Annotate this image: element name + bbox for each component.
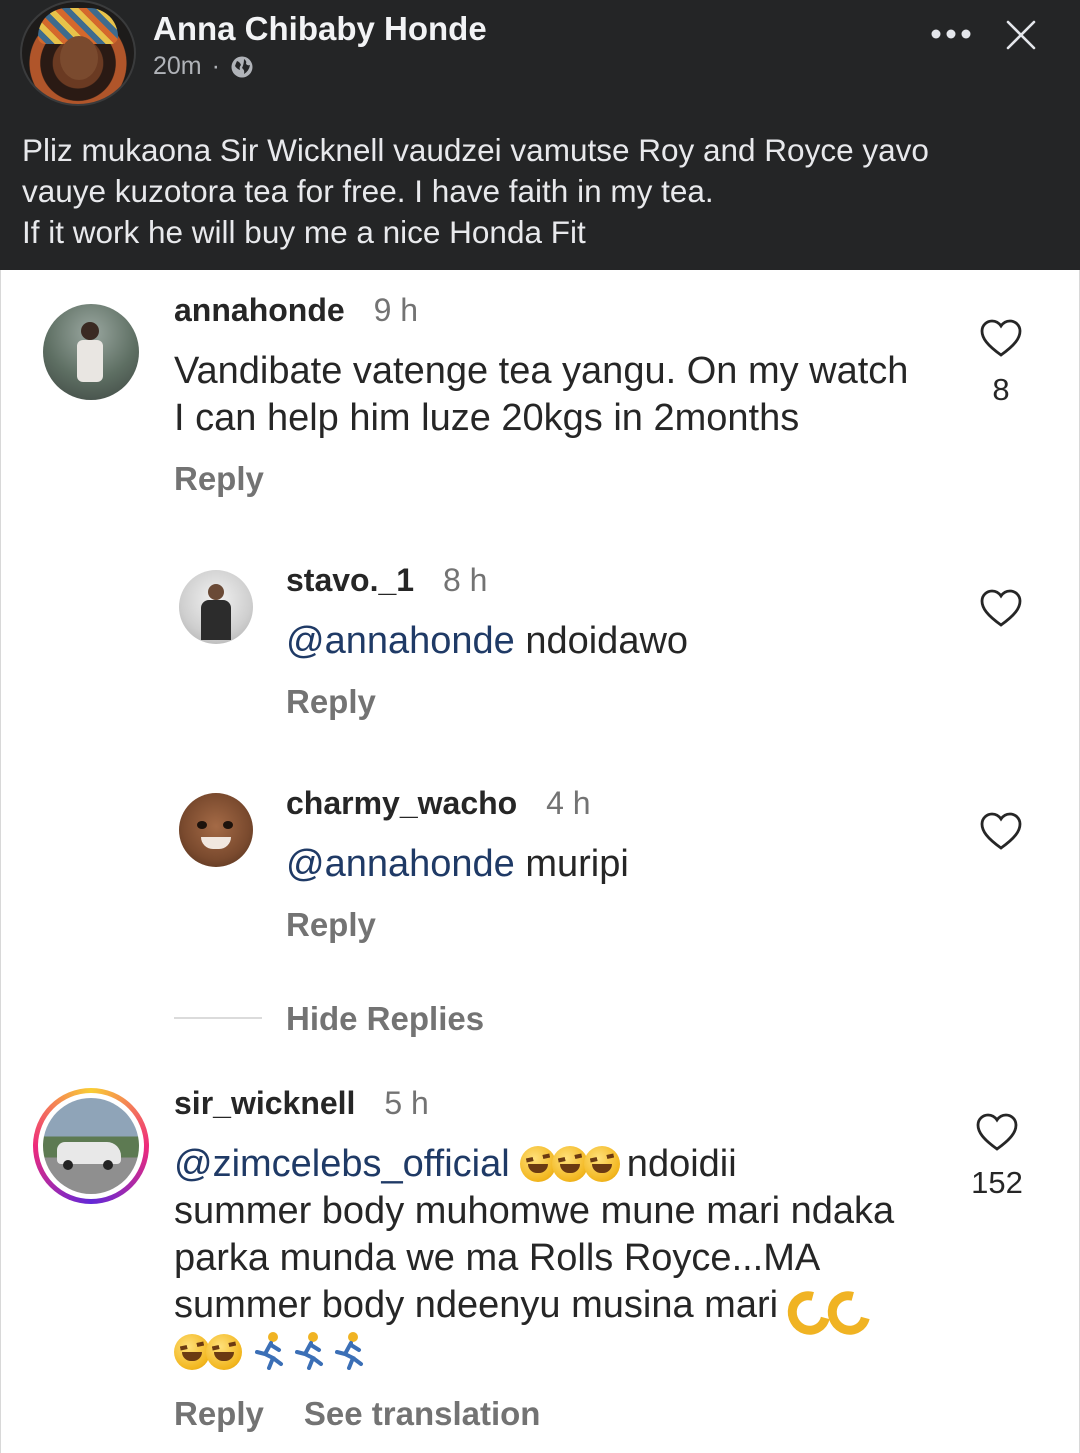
- comment-time: 9 h: [373, 292, 419, 328]
- comment-username[interactable]: stavo._1: [286, 562, 414, 598]
- post-text-line: vauye kuzotora tea for free. I have fait…: [22, 173, 714, 209]
- comment-text-line: I can help him luze 20kgs in 2months: [174, 397, 800, 439]
- comment-username[interactable]: charmy_wacho: [286, 785, 517, 821]
- post-time: 20m: [153, 52, 202, 80]
- mention-link[interactable]: @zimcelebs_official: [174, 1143, 510, 1185]
- avatar[interactable]: [43, 304, 139, 400]
- comment-username[interactable]: sir_wicknell: [174, 1085, 355, 1121]
- comment-text-line: summer body ndeenyu musina mari: [174, 1284, 779, 1326]
- author-avatar[interactable]: [20, 0, 136, 106]
- rofl-emoji-icon: [552, 1146, 589, 1182]
- like-count: 152: [971, 1165, 1023, 1200]
- comment-text-line: Vandibate vatenge tea yangu. On my watch: [174, 350, 909, 392]
- comment-username[interactable]: annahonde: [174, 292, 345, 328]
- comment-time: 5 h: [384, 1085, 429, 1121]
- heart-icon[interactable]: [979, 811, 1023, 851]
- mention-link[interactable]: @annahonde: [286, 843, 515, 885]
- comment-header: sir_wicknell 5 h: [174, 1085, 429, 1122]
- comment-text-tail: ndoidawo: [514, 620, 689, 662]
- post-header: Anna Chibaby Honde 20m · Pliz mukaona Si…: [0, 0, 1080, 270]
- reply-button[interactable]: Reply: [286, 906, 376, 944]
- comment-text: Vandibate vatenge tea yangu. On my watch…: [174, 348, 908, 442]
- muscle-emoji-icon: [784, 1287, 818, 1321]
- author-name[interactable]: Anna Chibaby Honde: [153, 10, 487, 48]
- comment-text: @zimcelebs_official ndoidii summer body …: [174, 1141, 894, 1376]
- comment-time: 4 h: [546, 785, 591, 821]
- avatar[interactable]: [179, 570, 253, 644]
- runner-emoji-icon: [329, 1330, 369, 1370]
- comment-header: annahonde 9 h: [174, 292, 418, 329]
- reply-button[interactable]: Reply: [174, 460, 264, 498]
- heart-icon[interactable]: [979, 588, 1023, 628]
- comment-text: @annahonde muripi: [286, 841, 629, 888]
- reply-button[interactable]: Reply: [174, 1395, 264, 1432]
- see-translation-button[interactable]: See translation: [304, 1395, 541, 1432]
- rofl-emoji-icon: [520, 1146, 557, 1182]
- comment-time: 8 h: [442, 562, 488, 598]
- avatar[interactable]: [179, 793, 253, 867]
- more-icon[interactable]: [928, 24, 974, 44]
- post-text-line: Pliz mukaona Sir Wicknell vaudzei vamuts…: [22, 132, 929, 168]
- hide-replies-button[interactable]: Hide Replies: [286, 1000, 484, 1038]
- rofl-emoji-icon: [584, 1146, 621, 1182]
- emoji-line: [174, 1329, 894, 1376]
- rofl-emoji-icon: [206, 1334, 242, 1370]
- comment-text-line: parka munda we ma Rolls Royce...MA: [174, 1237, 821, 1279]
- avatar-photo: [43, 1098, 139, 1194]
- hide-replies-divider: [174, 1017, 262, 1019]
- runner-emoji-icon: [289, 1330, 329, 1370]
- reply-button[interactable]: Reply: [286, 683, 376, 721]
- comment-header: charmy_wacho 4 h: [286, 785, 591, 822]
- close-icon[interactable]: [1004, 18, 1038, 52]
- mention-link[interactable]: @annahonde: [286, 620, 515, 662]
- reply-row: Reply See translation: [174, 1395, 540, 1433]
- face-graphic: [60, 36, 98, 80]
- rofl-emoji-icon: [174, 1334, 210, 1370]
- comment-text-tail: ndoidii: [616, 1143, 737, 1185]
- runner-emoji-icon: [249, 1330, 289, 1370]
- meta-separator: ·: [211, 52, 220, 80]
- like-count: 8: [992, 372, 1010, 407]
- comment-text-tail: muripi: [514, 843, 629, 885]
- comment-text: @annahonde ndoidawo: [286, 618, 688, 665]
- comments-section: annahonde 9 h Vandibate vatenge tea yang…: [0, 270, 1080, 1453]
- avatar-story-ring[interactable]: [33, 1088, 149, 1204]
- post-text: Pliz mukaona Sir Wicknell vaudzei vamuts…: [22, 130, 1062, 253]
- post-text-line: If it work he will buy me a nice Honda F…: [22, 214, 586, 250]
- muscle-emoji-icon: [824, 1287, 858, 1321]
- post-meta: 20m ·: [153, 52, 254, 81]
- heart-icon[interactable]: [975, 1112, 1019, 1152]
- comment-text-line: summer body muhomwe mune mari ndaka: [174, 1190, 895, 1232]
- comment-header: stavo._1 8 h: [286, 562, 487, 599]
- heart-icon[interactable]: [979, 318, 1023, 358]
- globe-icon: [231, 56, 253, 77]
